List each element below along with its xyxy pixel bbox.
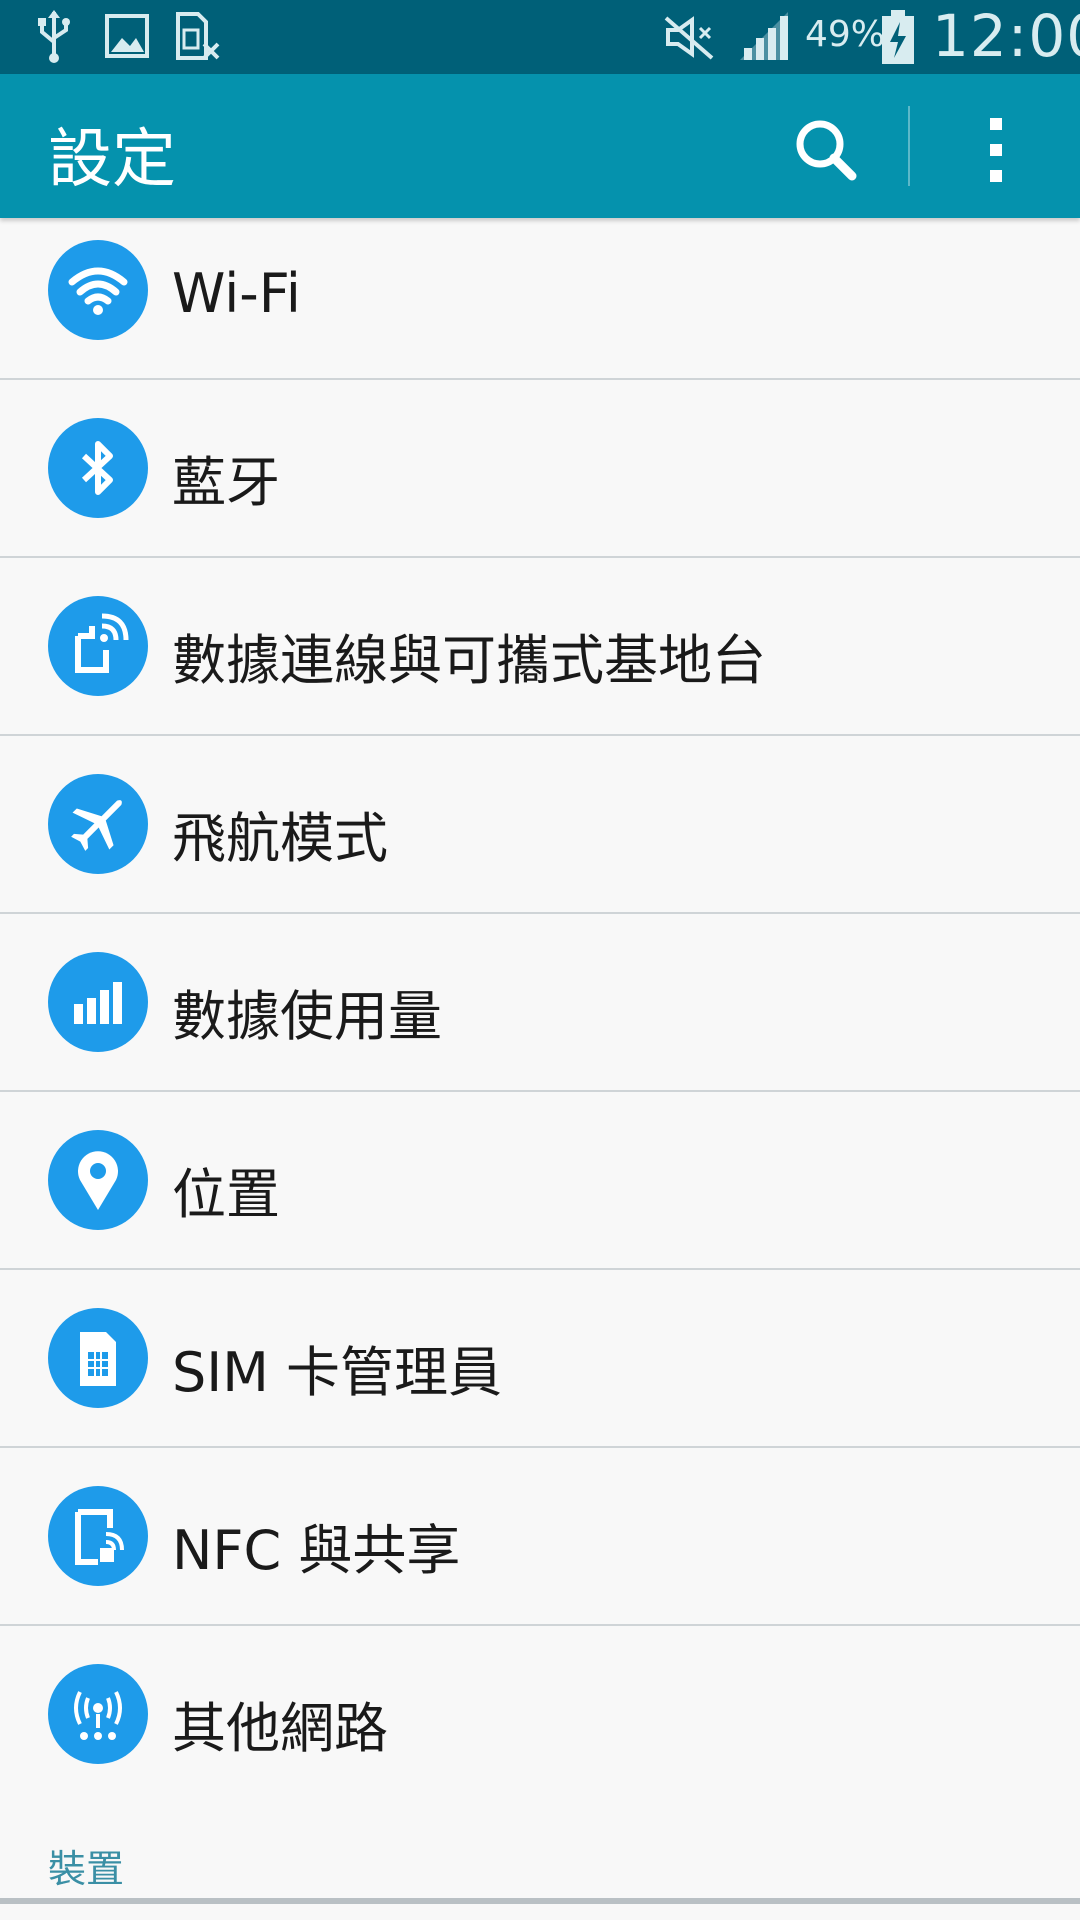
section-divider [0, 1898, 1080, 1904]
image-icon [104, 8, 150, 68]
battery-percent: 49% [805, 14, 886, 55]
settings-item-label: SIM 卡管理員 [172, 1341, 502, 1404]
settings-item-wifi[interactable]: Wi-Fi [0, 218, 1080, 380]
nfc-share-icon [48, 1486, 148, 1586]
settings-item-more-networks[interactable]: 其他網路 [0, 1626, 1080, 1802]
location-pin-icon [48, 1130, 148, 1230]
app-bar-divider [908, 106, 910, 186]
settings-item-data-usage[interactable]: 數據使用量 [0, 914, 1080, 1092]
app-bar: 設定 [0, 74, 1080, 218]
overflow-menu-button[interactable] [960, 104, 1032, 194]
settings-item-label: 數據連線與可攜式基地台 [172, 629, 766, 692]
settings-item-label: NFC 與共享 [172, 1519, 461, 1582]
search-icon [796, 120, 857, 181]
settings-item-label: 飛航模式 [172, 807, 388, 870]
page-title: 設定 [48, 123, 176, 197]
settings-item-tethering[interactable]: 數據連線與可攜式基地台 [0, 558, 1080, 736]
sim-card-icon [48, 1308, 148, 1408]
section-header-device: 裝置 [48, 1847, 125, 1891]
settings-item-nfc-share[interactable]: NFC 與共享 [0, 1448, 1080, 1626]
settings-item-sim-manager[interactable]: SIM 卡管理員 [0, 1270, 1080, 1448]
settings-item-bluetooth[interactable]: 藍牙 [0, 380, 1080, 558]
settings-item-location[interactable]: 位置 [0, 1092, 1080, 1270]
more-vertical-icon [990, 118, 1002, 182]
airplane-icon [48, 774, 148, 874]
data-usage-icon [48, 952, 148, 1052]
status-bar: 49% 12:00 [0, 0, 1080, 74]
tethering-hotspot-icon [48, 596, 148, 696]
settings-item-label: 其他網路 [172, 1697, 388, 1760]
wifi-icon [48, 240, 148, 340]
signal-icon [736, 8, 792, 68]
no-sim-icon [174, 8, 224, 68]
settings-list: Wi-Fi 藍牙 數據連線與可攜式基地台 飛航模式 數據使用量 位置 SIM 卡… [0, 218, 1080, 1802]
clock: 12:00 [932, 2, 1080, 70]
battery-charging-icon [880, 8, 916, 70]
more-networks-icon [48, 1664, 148, 1764]
settings-item-airplane-mode[interactable]: 飛航模式 [0, 736, 1080, 914]
mute-icon [662, 8, 716, 68]
settings-item-label: 位置 [172, 1163, 280, 1226]
search-button[interactable] [780, 104, 870, 194]
settings-item-label: 藍牙 [172, 451, 280, 514]
settings-item-label: 數據使用量 [172, 985, 442, 1048]
bluetooth-icon [48, 418, 148, 518]
usb-icon [34, 8, 74, 68]
settings-item-label: Wi-Fi [172, 262, 301, 325]
